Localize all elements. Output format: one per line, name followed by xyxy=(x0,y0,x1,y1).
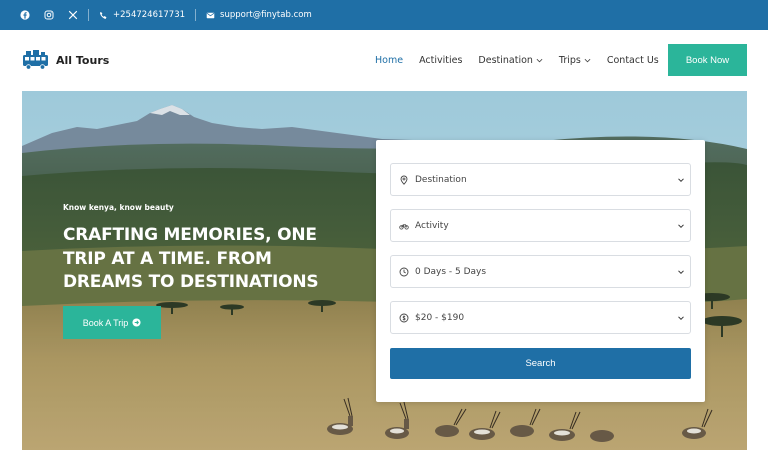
brand-name: All Tours xyxy=(56,53,110,67)
trip-search-panel: Destination Activity 0 Days - 5 Days $20… xyxy=(376,140,705,402)
activity-value: Activity xyxy=(415,220,449,231)
chevron-down-icon xyxy=(678,178,684,183)
nav-item-destination[interactable]: Destination xyxy=(478,55,543,66)
social-links xyxy=(20,10,78,20)
duration-select[interactable]: 0 Days - 5 Days xyxy=(390,255,691,288)
clock-icon xyxy=(399,267,409,277)
hero-tagline: Know kenya, know beauty xyxy=(63,203,174,212)
activity-select[interactable]: Activity xyxy=(390,209,691,242)
phone-number: +254724617731 xyxy=(113,10,186,20)
phone-contact[interactable]: +254724617731 xyxy=(99,10,185,20)
nav-item-contact-us[interactable]: Contact Us xyxy=(607,55,659,66)
destination-value: Destination xyxy=(415,174,467,185)
price-range-select[interactable]: $20 - $190 xyxy=(390,301,691,334)
top-bar: +254724617731 support@finytab.com xyxy=(0,0,768,30)
phone-icon xyxy=(99,11,107,19)
chevron-down-icon xyxy=(536,58,543,62)
email-contact[interactable]: support@finytab.com xyxy=(206,10,312,20)
duration-value: 0 Days - 5 Days xyxy=(415,266,487,277)
nav-item-label: Destination xyxy=(478,54,533,66)
chevron-down-icon xyxy=(678,316,684,321)
dollar-icon xyxy=(399,313,409,323)
nav-item-trips[interactable]: Trips xyxy=(559,55,591,66)
hero-headline: CRAFTING MEMORIES, ONE TRIP AT A TIME. F… xyxy=(63,225,319,292)
nav-item-label: Activities xyxy=(419,54,463,66)
email-address: support@finytab.com xyxy=(220,10,312,20)
chevron-down-icon xyxy=(584,58,591,62)
brand-logo[interactable]: All Tours xyxy=(22,49,109,71)
nav-menu: Home Activities Destination Trips Contac… xyxy=(375,30,659,90)
nav-item-activities[interactable]: Activities xyxy=(419,55,462,66)
instagram-icon[interactable] xyxy=(44,10,54,20)
nav-item-label: Trips xyxy=(558,54,581,66)
nav-item-home[interactable]: Home xyxy=(375,55,403,66)
main-nav: All Tours Home Activities Destination Tr… xyxy=(0,30,768,90)
chevron-down-icon xyxy=(678,270,684,275)
nav-item-label: Home xyxy=(375,54,404,66)
book-a-trip-label: Book A Trip xyxy=(82,317,129,328)
arrow-right-circle-icon xyxy=(132,318,141,327)
bus-logo-icon xyxy=(23,50,48,70)
bicycle-icon xyxy=(399,221,409,231)
chevron-down-icon xyxy=(678,224,684,229)
map-pin-icon xyxy=(399,175,409,185)
x-icon[interactable] xyxy=(68,10,78,20)
search-button[interactable]: Search xyxy=(390,348,691,379)
price-range-value: $20 - $190 xyxy=(415,312,465,323)
email-icon xyxy=(206,12,215,18)
divider xyxy=(88,9,89,21)
book-now-button[interactable]: Book Now xyxy=(668,44,747,76)
destination-select[interactable]: Destination xyxy=(390,163,691,196)
facebook-icon[interactable] xyxy=(20,10,30,20)
nav-item-label: Contact Us xyxy=(606,54,659,66)
divider xyxy=(195,9,197,21)
book-a-trip-button[interactable]: Book A Trip xyxy=(63,306,161,339)
